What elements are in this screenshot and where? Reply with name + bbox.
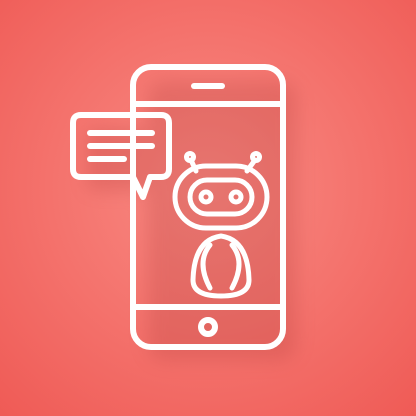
chatbot-smartphone-icon xyxy=(0,0,416,416)
icon-canvas xyxy=(0,0,416,416)
